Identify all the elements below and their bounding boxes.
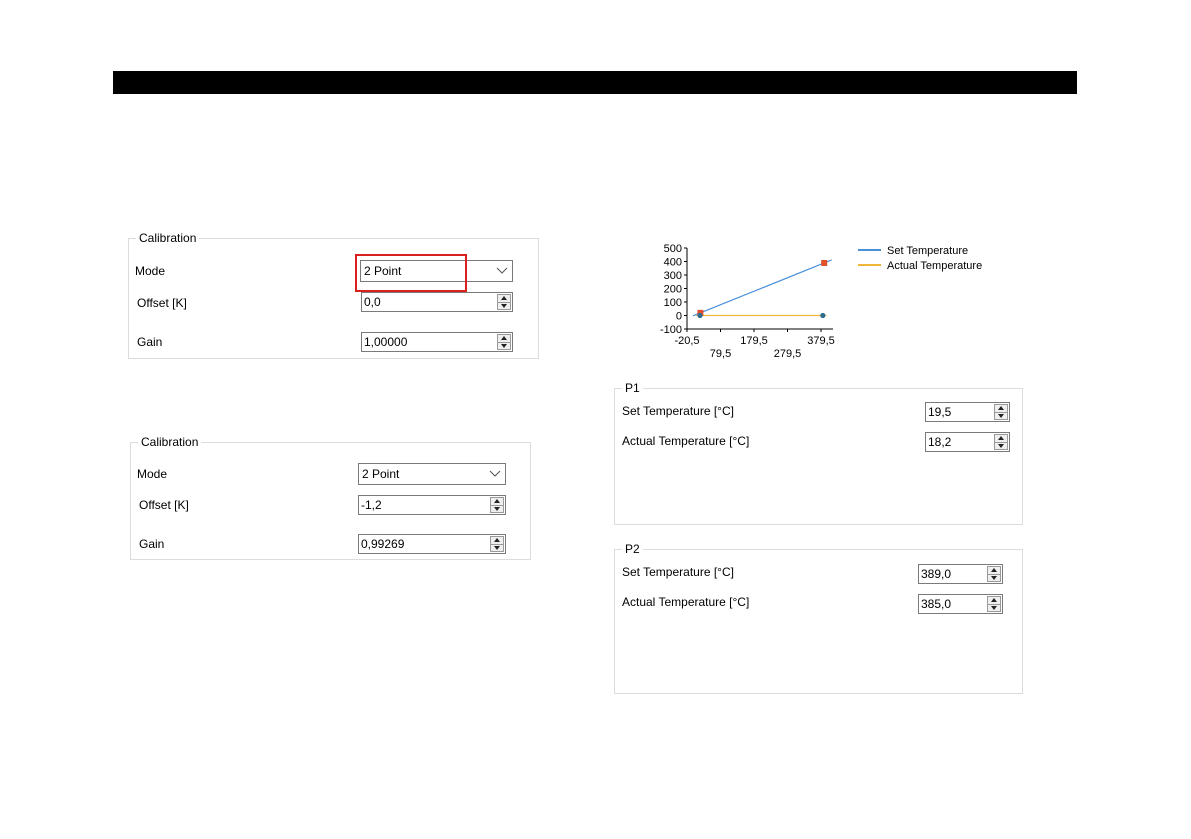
spin-down-icon[interactable]	[988, 574, 1000, 581]
actual-temperature-label: Actual Temperature [°C]	[622, 595, 750, 609]
offset-label: Offset [K]	[139, 498, 189, 512]
legend-label: Actual Temperature	[887, 260, 982, 272]
group-title: P2	[622, 542, 643, 556]
offset-input[interactable]: -1,2	[358, 495, 506, 515]
offset-input[interactable]: 0,0	[361, 292, 513, 312]
gain-label: Gain	[137, 335, 163, 349]
offset-label: Offset [K]	[137, 296, 187, 310]
group-title: Calibration	[138, 435, 202, 449]
set-temperature-label: Set Temperature [°C]	[622, 565, 734, 579]
spin-buttons	[994, 404, 1008, 420]
gain-value: 0,99269	[361, 537, 405, 551]
y-tick-label: 100	[664, 297, 682, 309]
actual-temperature-label: Actual Temperature [°C]	[622, 434, 750, 448]
x-tick-label: 179,5	[740, 335, 768, 347]
x-tick-label: 279,5	[774, 348, 802, 360]
gain-value: 1,00000	[364, 335, 408, 349]
offset-value: -1,2	[361, 498, 382, 512]
spin-buttons	[490, 536, 504, 552]
spin-buttons	[987, 596, 1001, 612]
y-tick-label: 300	[664, 270, 682, 282]
actual-temperature-value: 18,2	[928, 435, 952, 449]
mode-select[interactable]: 2 Point	[358, 463, 506, 485]
spin-buttons	[497, 334, 511, 350]
x-tick-label: 79,5	[710, 348, 731, 360]
actual-temperature-value: 385,0	[921, 597, 952, 611]
group-title: P1	[622, 381, 643, 395]
spin-down-icon[interactable]	[491, 505, 503, 512]
y-tick-label: 200	[664, 284, 682, 296]
offset-value: 0,0	[364, 295, 381, 309]
actual-temperature-point	[697, 312, 703, 319]
y-tick-label: 400	[664, 257, 682, 269]
p2-set-temperature-input[interactable]: 389,0	[918, 564, 1003, 584]
chevron-down-icon	[496, 267, 508, 274]
x-tick-label: 379,5	[807, 335, 835, 347]
spin-buttons	[994, 434, 1008, 450]
gain-input[interactable]: 0,99269	[358, 534, 506, 554]
legend-label: Set Temperature	[887, 245, 968, 257]
spin-down-icon[interactable]	[988, 604, 1000, 611]
mode-highlight-box	[355, 254, 467, 292]
spin-buttons	[497, 294, 511, 310]
spin-buttons	[490, 497, 504, 513]
spin-buttons	[987, 566, 1001, 582]
y-tick-label: 0	[676, 311, 682, 323]
spin-down-icon[interactable]	[995, 442, 1007, 449]
spin-down-icon[interactable]	[995, 412, 1007, 419]
header-bar	[113, 71, 1077, 94]
x-tick-label: -20,5	[674, 335, 699, 347]
p1-actual-temperature-input[interactable]: 18,2	[925, 432, 1010, 452]
gain-label: Gain	[139, 537, 165, 551]
series-line-set	[692, 259, 832, 317]
chevron-down-icon	[489, 470, 501, 477]
set-temperature-point	[821, 259, 828, 266]
set-temperature-value: 389,0	[921, 567, 952, 581]
group-title: Calibration	[136, 231, 200, 245]
spin-down-icon[interactable]	[498, 342, 510, 349]
set-temperature-label: Set Temperature [°C]	[622, 404, 734, 418]
spin-down-icon[interactable]	[491, 544, 503, 551]
calibration-chart: 5004003002001000-100-20,5 179,5 379,579,5 2…	[660, 243, 982, 360]
actual-temperature-point	[820, 312, 826, 319]
mode-select-value: 2 Point	[362, 467, 400, 481]
y-tick-label: 500	[664, 243, 682, 255]
p2-actual-temperature-input[interactable]: 385,0	[918, 594, 1003, 614]
spin-down-icon[interactable]	[498, 302, 510, 309]
p1-set-temperature-input[interactable]: 19,5	[925, 402, 1010, 422]
gain-input[interactable]: 1,00000	[361, 332, 513, 352]
set-temperature-value: 19,5	[928, 405, 952, 419]
mode-label: Mode	[137, 467, 168, 481]
mode-label: Mode	[135, 264, 166, 278]
